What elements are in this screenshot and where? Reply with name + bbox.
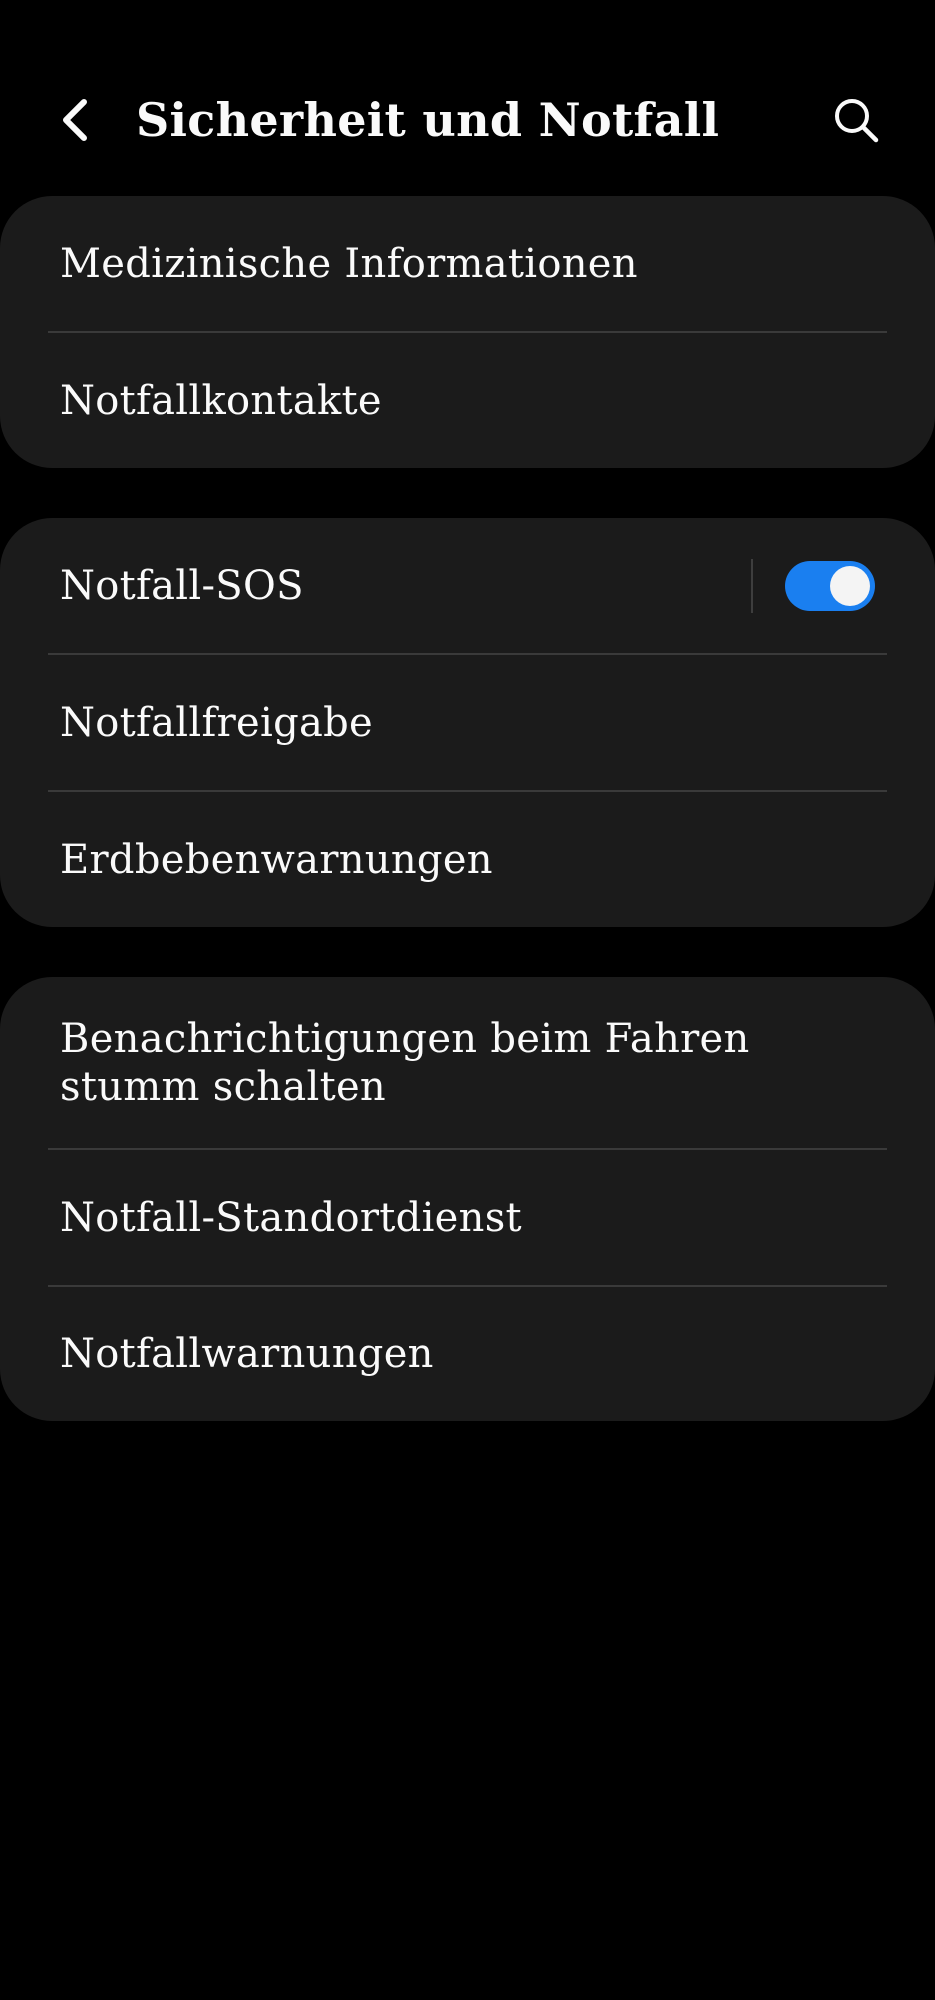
setting-item-mute-notifications-driving[interactable]: Benachrichtigungen beim Fahren stumm sch… bbox=[0, 977, 935, 1148]
setting-item-earthquake-alerts[interactable]: Erdbebenwarnungen bbox=[0, 792, 935, 927]
toggle-knob bbox=[830, 565, 870, 606]
setting-label: Medizinische Informationen bbox=[60, 240, 638, 287]
setting-item-emergency-sos[interactable]: Notfall-SOS bbox=[0, 518, 935, 653]
settings-group-medical: Medizinische Informationen Notfallkontak… bbox=[0, 196, 935, 468]
chevron-left-icon bbox=[63, 99, 87, 141]
search-icon bbox=[835, 99, 879, 143]
search-button[interactable] bbox=[824, 88, 888, 152]
emergency-sos-toggle[interactable] bbox=[785, 560, 875, 611]
app-bar: Sicherheit und Notfall bbox=[0, 60, 935, 180]
settings-group-sos: Notfall-SOS Notfallfreigabe Erdbebenwarn… bbox=[0, 518, 935, 927]
setting-label: Notfallfreigabe bbox=[60, 699, 374, 746]
setting-label: Erdbebenwarnungen bbox=[60, 836, 493, 883]
setting-item-emergency-contacts[interactable]: Notfallkontakte bbox=[0, 333, 935, 468]
vertical-separator bbox=[751, 558, 753, 613]
setting-item-medical-info[interactable]: Medizinische Informationen bbox=[0, 196, 935, 331]
setting-label: Notfallkontakte bbox=[60, 377, 382, 424]
setting-item-emergency-alerts[interactable]: Notfallwarnungen bbox=[0, 1287, 935, 1421]
settings-group-driving: Benachrichtigungen beim Fahren stumm sch… bbox=[0, 977, 935, 1421]
page-title: Sicherheit und Notfall bbox=[136, 93, 720, 147]
setting-label: Benachrichtigungen beim Fahren stumm sch… bbox=[60, 1015, 750, 1110]
setting-item-emergency-sharing[interactable]: Notfallfreigabe bbox=[0, 655, 935, 790]
setting-label: Notfall-Standortdienst bbox=[60, 1194, 522, 1241]
setting-label: Notfall-SOS bbox=[60, 562, 304, 609]
back-button[interactable] bbox=[44, 88, 108, 152]
setting-label: Notfallwarnungen bbox=[60, 1331, 434, 1377]
setting-item-emergency-location-service[interactable]: Notfall-Standortdienst bbox=[0, 1150, 935, 1285]
